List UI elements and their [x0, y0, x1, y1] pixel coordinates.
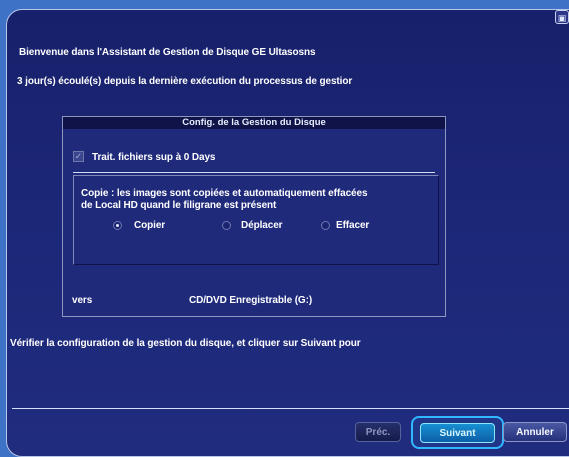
window-corner-icon[interactable]: ▣ — [555, 10, 569, 24]
cancel-button[interactable]: Annuler — [503, 422, 567, 442]
copy-radio-button[interactable] — [113, 221, 122, 230]
destination-label: vers — [72, 295, 93, 306]
previous-button[interactable]: Préc. — [355, 422, 401, 442]
disk-management-config-panel: Config. de la Gestion du Disque ✓ Trait.… — [62, 116, 446, 317]
copy-radio-label: Copier — [134, 220, 166, 231]
destination-value: CD/DVD Enregistrable (G:) — [189, 295, 313, 306]
move-radio-label: Déplacer — [241, 220, 283, 231]
copy-description-line2: de Local HD quand le filigrane est prése… — [81, 200, 277, 211]
elapsed-days-text: 3 jour(s) écoulé(s) depuis la dernière e… — [17, 76, 353, 87]
process-files-label: Trait. fichiers sup à 0 Days — [92, 152, 216, 163]
footer-divider — [12, 408, 569, 409]
copy-description-line1: Copie : les images sont copiées et autom… — [81, 188, 368, 199]
disk-management-wizard-window: ▣ Bienvenue dans l'Assistant de Gestion … — [6, 9, 569, 457]
footer-instruction: Vérifier la configuration de la gestion … — [10, 338, 361, 349]
process-files-checkbox[interactable]: ✓ — [73, 151, 84, 162]
welcome-text: Bienvenue dans l'Assistant de Gestion de… — [19, 47, 316, 58]
next-button[interactable]: Suivant — [420, 423, 495, 443]
move-radio-button[interactable] — [222, 221, 231, 230]
config-panel-title: Config. de la Gestion du Disque — [63, 117, 445, 129]
operation-options-box: Copie : les images sont copiées et autom… — [73, 175, 439, 265]
delete-radio-label: Effacer — [336, 220, 370, 231]
config-divider — [73, 172, 435, 173]
delete-radio-button[interactable] — [321, 221, 330, 230]
